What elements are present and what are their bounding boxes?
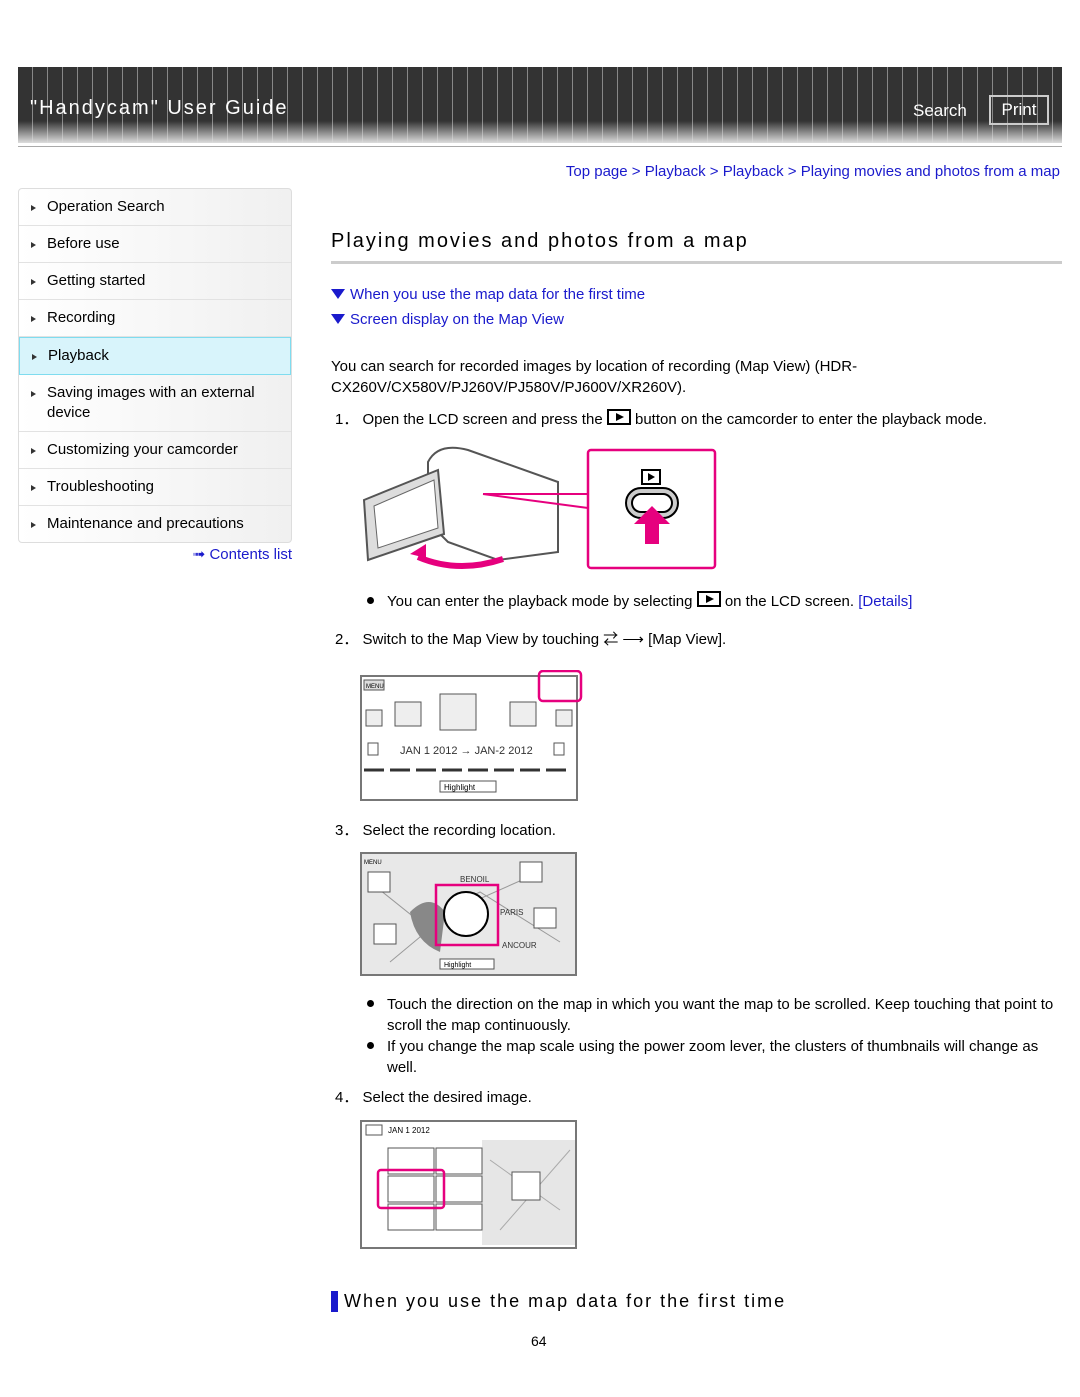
svg-text:JAN 1 2012: JAN 1 2012 [388,1126,430,1135]
section-heading-first-time: When you use the map data for the first … [331,1291,786,1312]
print-button[interactable]: Print [989,95,1049,125]
step-3: 3． Select the recording location. [335,822,556,839]
sidebar-item-playback[interactable]: Playback [19,337,291,375]
svg-text:MENU: MENU [364,860,382,866]
svg-text:PARIS: PARIS [500,908,523,917]
sidebar-item-saving-images[interactable]: Saving images with an external device [19,375,291,432]
sidebar-item-before-use[interactable]: Before use [19,226,291,263]
playback-icon [696,591,721,607]
page-title: Playing movies and photos from a map [331,230,1062,264]
contents-list-label: Contents list [209,546,292,563]
link-screen-display[interactable]: Screen display on the Map View [331,311,564,328]
step-1: 1． Open the LCD screen and press the but… [335,409,987,428]
crumb-top-page[interactable]: Top page [566,163,628,180]
screen-image-select: JAN 1 2012 [360,1120,577,1249]
camcorder-illustration [362,446,717,570]
svg-text:Highlight: Highlight [444,962,471,969]
screen-map-view: MENU BENOIL PARIS ANCOUR Highlight [360,852,577,976]
sidebar-item-recording[interactable]: Recording [19,300,291,337]
step-2: 2． Switch to the Map View by touching ⇄ … [335,631,727,648]
svg-text:Highlight: Highlight [444,783,476,792]
bullet-scroll-map: Touch the direction on the map in which … [367,994,1057,1036]
svg-text:JAN 1 2012 → JAN-2 2012: JAN 1 2012 → JAN-2 2012 [400,745,533,757]
step-4: 4． Select the desired image. [335,1089,532,1106]
bullet-playback-mode: You can enter the playback mode by selec… [367,591,1057,612]
intro-text: You can search for recorded images by lo… [331,358,858,396]
link-first-time[interactable]: When you use the map data for the first … [331,286,645,303]
details-link[interactable]: [Details] [858,593,912,610]
svg-text:BENOIL: BENOIL [460,875,490,884]
crumb-playback-2[interactable]: Playback [723,163,784,180]
sidebar-item-maintenance[interactable]: Maintenance and precautions [19,506,291,542]
contents-list-link[interactable]: ➟ Contents list [193,545,292,563]
divider [18,146,1062,147]
view-switch-icon: ⇄ [603,631,619,648]
guide-title: "Handycam" User Guide [30,97,289,119]
crumb-current[interactable]: Playing movies and photos from a map [801,163,1060,180]
sidebar-item-operation-search[interactable]: Operation Search [19,189,291,226]
crumb-playback[interactable]: Playback [645,163,706,180]
screen-date-view: MENU JAN 1 2012 → JAN-2 2012 Highlight [360,670,583,801]
arrow-icon: ⟶ [622,631,644,648]
bullet-zoom-lever: If you change the map scale using the po… [367,1036,1057,1078]
arrow-right-icon: ➟ [192,546,206,563]
sidebar-item-troubleshooting[interactable]: Troubleshooting [19,469,291,506]
svg-text:ANCOUR: ANCOUR [502,941,537,950]
search-button[interactable]: Search [913,101,967,121]
svg-text:MENU: MENU [366,684,384,690]
sidebar-item-getting-started[interactable]: Getting started [19,263,291,300]
breadcrumb: Top page > Playback > Playback > Playing… [565,163,1060,180]
playback-button-icon [606,409,631,425]
page-number: 64 [531,1333,547,1349]
sidebar-item-customizing[interactable]: Customizing your camcorder [19,432,291,469]
sidebar: Operation Search Before use Getting star… [18,188,292,543]
